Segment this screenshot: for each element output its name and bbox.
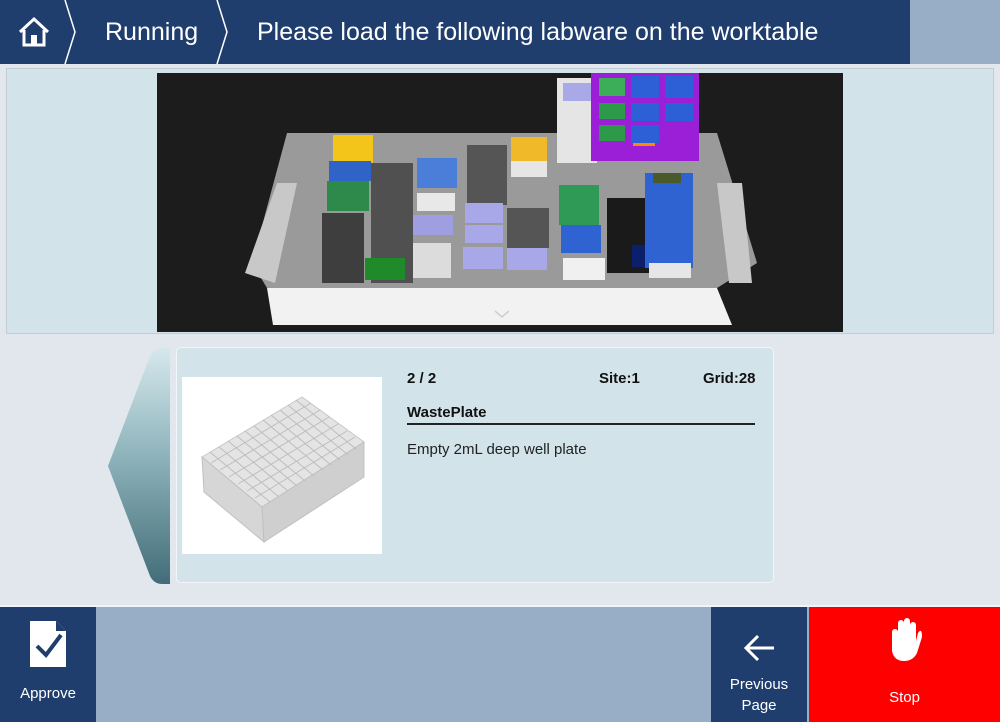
worktable-3d-view[interactable] [157, 73, 843, 332]
labware-image [182, 377, 382, 554]
approve-button[interactable]: Approve [0, 607, 96, 722]
previous-page-button[interactable]: Previous Page [711, 607, 807, 722]
page-label: Page [741, 697, 777, 714]
approve-icon [30, 621, 66, 667]
labware-description: Empty 2mL deep well plate [407, 441, 587, 458]
stop-label: Stop [889, 689, 920, 706]
labware-index: 2 / 2 [407, 370, 437, 387]
divider [407, 423, 755, 425]
home-icon [18, 16, 50, 47]
arrow-left-icon [743, 634, 774, 662]
hand-stop-icon [891, 618, 922, 661]
labware-name: WastePlate [407, 404, 487, 421]
previous-label: Previous [729, 676, 789, 693]
chevron-left-icon [108, 348, 170, 584]
labware-grid: Grid:28 [703, 370, 756, 387]
page-title: Please load the following labware on the… [257, 18, 819, 46]
breadcrumb-running[interactable]: Running [105, 0, 198, 64]
approve-label: Approve [20, 685, 76, 702]
breadcrumb-separator [216, 0, 228, 64]
previous-labware-button[interactable] [106, 348, 170, 584]
labware-site: Site:1 [599, 370, 640, 387]
stop-button[interactable]: Stop [809, 607, 1000, 722]
worktable-render [245, 73, 757, 325]
home-button[interactable] [0, 0, 68, 64]
header-right-area [910, 0, 1000, 64]
breadcrumb-separator [64, 0, 76, 64]
